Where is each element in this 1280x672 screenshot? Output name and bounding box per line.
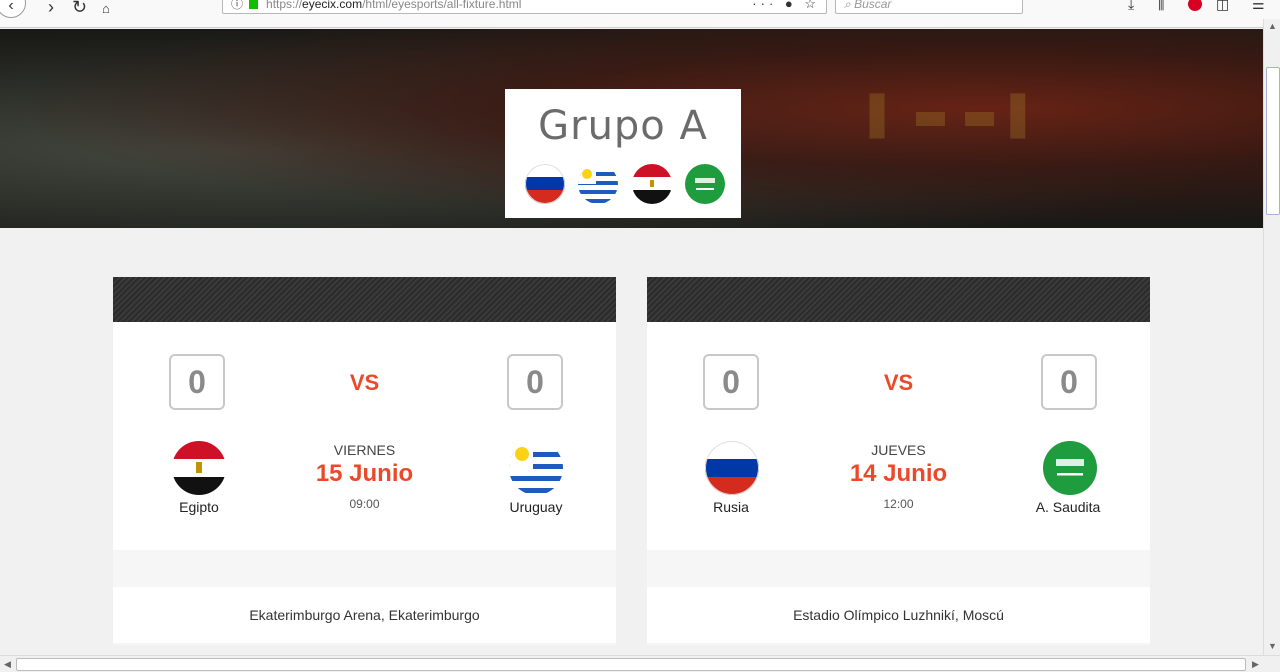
uruguay-flag-icon [509,441,563,495]
scroll-up-icon[interactable]: ▲ [1268,21,1277,31]
forward-button[interactable]: › [48,0,54,18]
horizontal-scroll-thumb[interactable] [16,658,1246,671]
search-placeholder: Buscar [854,0,892,11]
group-card: Grupo A [505,89,741,218]
download-icon[interactable]: ⤓ [1128,0,1134,13]
scroll-left-icon[interactable]: ◀ [4,659,11,670]
egypt-flag-icon [631,164,672,204]
sidebar-icon[interactable]: ◫ [1216,0,1229,13]
url-prefix: https:// [266,0,303,11]
uruguay-flag-icon [578,164,619,204]
card-body: 0 VS 0 Egipto VIERNES 15 Junio 09:00 Uru… [113,322,616,550]
library-icon[interactable]: ⫼ [1158,0,1164,13]
hero-banner: ▌ ▬ ▬ ▌ Grupo A [0,29,1263,228]
home-button[interactable]: ⌂ [102,0,110,20]
match-venue: Ekaterimburgo Arena, Ekaterimburgo [113,587,616,643]
away-score: 0 [507,354,563,410]
extension-icon[interactable] [1188,0,1202,11]
back-button[interactable]: ‹ [0,0,26,18]
browser-toolbar: ‹ › ↻ ⌂ ⓘ https://eyecix.com/html/eyespor… [0,0,1280,28]
vertical-scroll-thumb[interactable] [1266,67,1280,215]
search-input[interactable]: ⌕ Buscar [835,0,1023,14]
vertical-scrollbar[interactable]: ▲ ▼ [1263,19,1280,655]
card-body: 0 VS 0 Rusia JUEVES 14 Junio 12:00 A. Sa… [647,322,1150,550]
away-team-name: A. Saudita [1035,499,1101,515]
search-icon: ⌕ [844,0,855,11]
scroll-down-icon[interactable]: ▼ [1268,641,1277,651]
url-path: /html/eyesports/all-fixture.html [362,0,522,11]
horizontal-scrollbar[interactable]: ◀ ▶ [0,655,1280,672]
russia-flag-icon [525,164,565,204]
page-actions[interactable]: ··· ● ☆ [752,0,820,13]
match-card: 0 VS 0 Rusia JUEVES 14 Junio 12:00 A. Sa… [647,277,1150,645]
match-card: 0 VS 0 Egipto VIERNES 15 Junio 09:00 Uru… [113,277,616,645]
info-icon: ⓘ [231,0,244,11]
reload-button[interactable]: ↻ [72,0,87,18]
arrow-left-icon: ‹ [8,0,14,14]
group-flags [525,164,734,204]
saudi-arabia-flag-icon [1043,441,1097,495]
menu-icon[interactable]: ☰ [1252,0,1265,13]
away-score: 0 [1041,354,1097,410]
group-title: Grupo A [538,103,708,149]
match-venue: Estadio Olímpico Luzhnikí, Moscú [647,587,1150,643]
background-ball-print: ▌ ▬ ▬ ▌ [870,94,1040,138]
scroll-right-icon[interactable]: ▶ [1252,659,1259,670]
saudi-arabia-flag-icon [685,164,726,204]
secure-lock-icon [249,0,259,10]
url-host: eyecix.com [302,0,363,11]
card-header [113,277,616,322]
card-header [647,277,1150,322]
away-team-name: Uruguay [509,499,563,515]
address-bar[interactable]: ⓘ https://eyecix.com/html/eyesports/all-f… [222,0,827,14]
